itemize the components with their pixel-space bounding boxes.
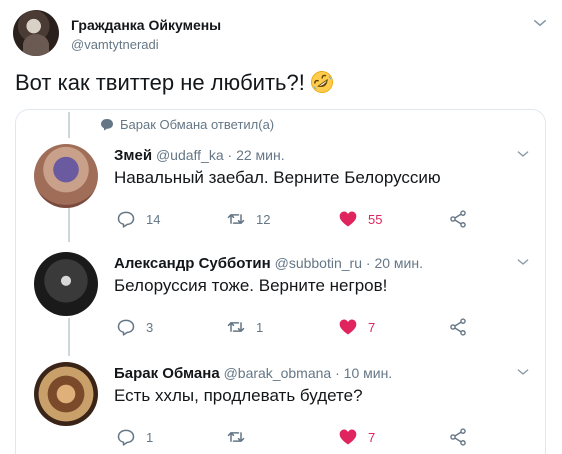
chevron-down-icon[interactable]: [515, 146, 531, 162]
tweet-meta: Александр Субботин @subbotin_ru · 20 мин…: [114, 255, 423, 272]
author-handle[interactable]: @udaff_ka: [156, 147, 224, 163]
thread-tweet[interactable]: Александр Субботин @subbotin_ru · 20 мин…: [16, 250, 545, 360]
reply-button[interactable]: 3: [116, 316, 153, 338]
heart-icon: [339, 211, 357, 227]
like-button[interactable]: 7: [338, 316, 375, 338]
separator: ·: [335, 365, 340, 381]
tweet-body: Белоруссия тоже. Верните негров!: [114, 276, 388, 295]
author-handle[interactable]: @vamtytneradi: [71, 37, 159, 52]
retweet-count: 1: [256, 319, 264, 335]
action-bar: 3 1 7: [116, 316, 536, 338]
retweet-icon: [227, 322, 245, 332]
like-count: 55: [368, 211, 383, 227]
tweet-body: Навальный заебал. Верните Белоруссию: [114, 168, 441, 187]
like-count: 7: [368, 319, 376, 335]
thread-line: [68, 112, 70, 138]
author-name[interactable]: Гражданка Ойкумены: [71, 17, 221, 33]
reply-count: 3: [146, 319, 154, 335]
timestamp[interactable]: 20 мин.: [374, 255, 423, 271]
action-bar: 14 12 55: [116, 208, 536, 230]
avatar[interactable]: [34, 362, 98, 426]
retweet-icon: [227, 432, 245, 442]
avatar[interactable]: [34, 144, 98, 208]
action-bar: 1 7: [116, 426, 536, 448]
tweet-body: Есть ххлы, продлевать будете?: [114, 386, 363, 405]
reply-button[interactable]: 14: [116, 208, 160, 230]
author-name[interactable]: Александр Субботин: [114, 255, 271, 272]
retweet-count: 12: [256, 211, 271, 227]
reply-button[interactable]: 1: [116, 426, 153, 448]
tweet-text: Вот как твиттер не любить?!: [15, 68, 335, 98]
retweet-button[interactable]: 1: [226, 316, 263, 338]
chevron-down-icon[interactable]: [531, 14, 549, 32]
separator: ·: [227, 147, 233, 163]
share-icon: [450, 428, 466, 446]
like-button[interactable]: 55: [338, 208, 382, 230]
timestamp[interactable]: 10 мин.: [344, 365, 393, 381]
quoted-thread-card[interactable]: Барак Обмана ответил(а) Змей @udaff_ka ·…: [15, 109, 546, 454]
reply-count: 14: [146, 211, 161, 227]
share-icon: [450, 318, 466, 336]
tweet-meta: Змей @udaff_ka · 22 мин.: [114, 147, 285, 164]
heart-icon: [339, 429, 357, 445]
tweet-meta: Барак Обмана @barak_obmana · 10 мин.: [114, 365, 392, 382]
tweet-text-content: Вот как твиттер не любить?!: [15, 70, 305, 95]
reply-count: 1: [146, 429, 154, 445]
retweet-icon: [227, 214, 245, 224]
share-button[interactable]: [448, 316, 478, 338]
share-button[interactable]: [448, 208, 478, 230]
author-handle[interactable]: @subbotin_ru: [275, 255, 362, 271]
timestamp[interactable]: 22 мин.: [236, 147, 285, 163]
author-name[interactable]: Барак Обмана: [114, 365, 220, 382]
tweet-header: Гражданка Ойкумены @vamtytneradi: [13, 10, 549, 58]
heart-icon: [339, 319, 357, 335]
thread-tweet[interactable]: Барак Обмана @barak_obmana · 10 мин. Ест…: [16, 360, 545, 454]
speech-bubble-icon: [101, 119, 113, 131]
share-icon: [450, 210, 466, 228]
reply-icon: [117, 211, 135, 228]
chevron-down-icon[interactable]: [515, 364, 531, 380]
share-button[interactable]: [448, 426, 478, 448]
avatar[interactable]: [34, 252, 98, 316]
avatar[interactable]: [13, 10, 59, 56]
author-name[interactable]: Змей: [114, 147, 152, 164]
separator: ·: [365, 255, 371, 271]
author-handle[interactable]: @barak_obmana: [224, 365, 332, 381]
chevron-down-icon[interactable]: [515, 254, 531, 270]
reply-context-text: Барак Обмана ответил(а): [120, 117, 275, 132]
like-count: 7: [368, 429, 376, 445]
retweet-button[interactable]: [226, 426, 256, 448]
thread-tweet[interactable]: Змей @udaff_ka · 22 мин. Навальный заеба…: [16, 142, 545, 252]
rolling-on-floor-laughing-icon: [310, 71, 333, 93]
reply-icon: [117, 319, 135, 336]
like-button[interactable]: 7: [338, 426, 375, 448]
reply-icon: [117, 429, 135, 446]
reply-context: Барак Обмана ответил(а): [100, 117, 274, 132]
retweet-button[interactable]: 12: [226, 208, 270, 230]
